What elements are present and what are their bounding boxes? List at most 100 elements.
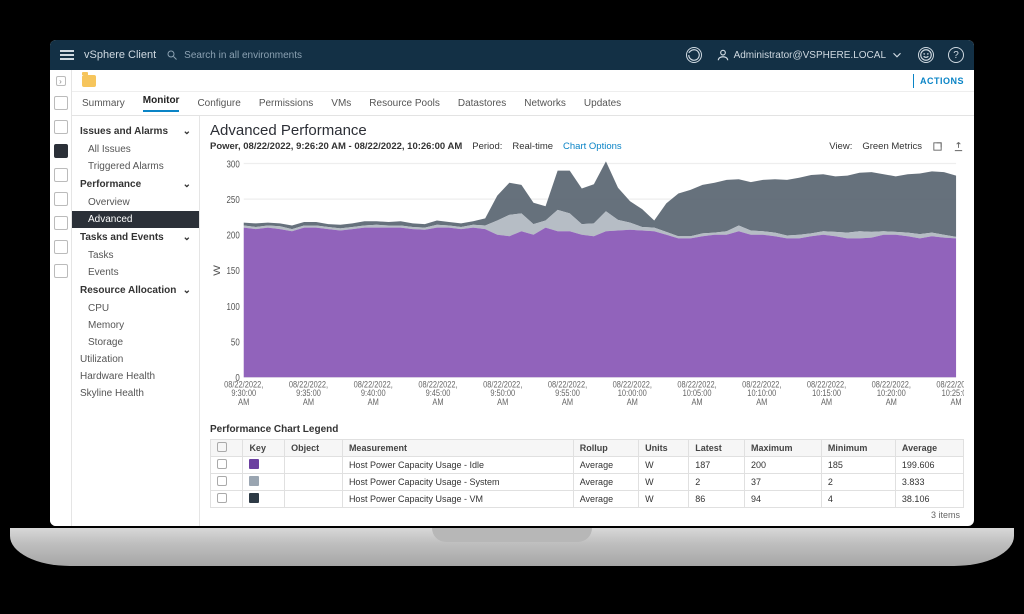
legend-row[interactable]: Host Power Capacity Usage - VMAverageW86… [211,491,964,508]
export-icon[interactable] [953,141,964,152]
legend-col: Measurement [342,440,573,457]
legend-col: Average [895,440,963,457]
tab-updates[interactable]: Updates [584,98,621,109]
context-action-bar: ACTIONS [72,70,974,92]
sidebar-group-resource-allocation[interactable]: Resource Allocation⌄ [72,281,199,300]
period-value[interactable]: Real-time [512,141,553,152]
sidebar-group-issues-and-alarms[interactable]: Issues and Alarms⌄ [72,122,199,141]
expand-rail-icon[interactable]: › [56,76,66,86]
checkbox[interactable] [217,476,227,486]
svg-text:AM: AM [303,396,314,407]
sidebar-item-advanced[interactable]: Advanced [72,211,199,228]
sidebar-item-skyline-health[interactable]: Skyline Health [72,385,199,402]
page-title: Advanced Performance [210,122,964,139]
tab-datastores[interactable]: Datastores [458,98,506,109]
rail-item[interactable] [54,144,68,158]
legend-footer: 3 items [210,508,964,522]
svg-text:W: W [213,265,223,276]
tab-resource-pools[interactable]: Resource Pools [369,98,440,109]
chart-controls: Power, 08/22/2022, 9:26:20 AM - 08/22/20… [210,141,964,152]
performance-chart[interactable]: 050100150200250300W08/22/2022,9:30:00AM0… [210,156,964,420]
monitor-sidebar: Issues and Alarms⌄All IssuesTriggered Al… [72,116,200,526]
chart-options-link[interactable]: Chart Options [563,141,622,152]
sidebar-item-all-issues[interactable]: All Issues [72,141,199,158]
popout-icon[interactable] [932,141,943,152]
legend-table: KeyObjectMeasurementRollupUnitsLatestMax… [210,439,964,508]
legend-row[interactable]: Host Power Capacity Usage - IdleAverageW… [211,457,964,474]
checkbox[interactable] [217,493,227,503]
rail-item[interactable] [54,96,68,110]
period-label: Period: [472,141,502,152]
series-idle [244,228,956,378]
actions-menu[interactable]: ACTIONS [920,76,964,86]
search-icon [166,49,178,61]
laptop-base [10,528,1014,566]
tab-vms[interactable]: VMs [331,98,351,109]
tab-networks[interactable]: Networks [524,98,566,109]
svg-text:150: 150 [227,265,240,276]
sidebar-item-events[interactable]: Events [72,264,199,281]
chevron-down-icon: ⌄ [183,179,191,190]
svg-text:250: 250 [227,194,240,205]
rail-item[interactable] [54,120,68,134]
checkbox[interactable] [217,459,227,469]
tab-monitor[interactable]: Monitor [143,95,180,112]
time-range: Power, 08/22/2022, 9:26:20 AM - 08/22/20… [210,141,462,152]
svg-text:100: 100 [227,301,240,312]
smile-icon[interactable] [918,47,934,63]
object-tabs: Summary Monitor Configure Permissions VMs Res… [72,92,974,116]
svg-text:50: 50 [231,337,240,348]
svg-text:300: 300 [227,158,240,169]
sidebar-item-triggered-alarms[interactable]: Triggered Alarms [72,158,199,175]
sidebar-item-overview[interactable]: Overview [72,194,199,211]
color-swatch [249,476,259,486]
tab-summary[interactable]: Summary [82,98,125,109]
svg-text:AM: AM [756,396,767,407]
rail-item[interactable] [54,168,68,182]
svg-text:AM: AM [691,396,702,407]
header-actions: Administrator@VSPHERE.LOCAL ? [686,47,964,63]
legend-col [211,440,243,457]
color-swatch [249,493,259,503]
help-icon[interactable]: ? [948,47,964,63]
svg-text:AM: AM [497,396,508,407]
sidebar-item-hardware-health[interactable]: Hardware Health [72,368,199,385]
user-label: Administrator@VSPHERE.LOCAL [734,50,886,61]
sidebar-item-cpu[interactable]: CPU [72,300,199,317]
sidebar-item-utilization[interactable]: Utilization [72,351,199,368]
sidebar-item-storage[interactable]: Storage [72,334,199,351]
checkbox[interactable] [217,442,227,452]
view-label: View: [829,141,852,152]
user-menu[interactable]: Administrator@VSPHERE.LOCAL [716,48,904,62]
svg-text:AM: AM [821,396,832,407]
legend-col: Key [243,440,285,457]
sidebar-group-tasks-and-events[interactable]: Tasks and Events⌄ [72,228,199,247]
sidebar-item-tasks[interactable]: Tasks [72,247,199,264]
top-header: vSphere Client Administrator@VSPHERE.LOC… [50,40,974,70]
app-window: vSphere Client Administrator@VSPHERE.LOC… [50,40,974,526]
legend-row[interactable]: Host Power Capacity Usage - SystemAverag… [211,474,964,491]
refresh-icon[interactable] [686,47,702,63]
tab-permissions[interactable]: Permissions [259,98,313,109]
rail-item[interactable] [54,240,68,254]
global-search[interactable] [166,49,675,61]
menu-icon[interactable] [60,50,74,60]
rail-item[interactable] [54,192,68,206]
legend-col: Maximum [744,440,821,457]
chevron-down-icon: ⌄ [183,126,191,137]
rail-item[interactable] [54,216,68,230]
legend-title: Performance Chart Legend [210,424,964,435]
view-value[interactable]: Green Metrics [862,141,922,152]
left-icon-rail: › [50,70,72,526]
svg-text:AM: AM [950,396,961,407]
legend-col: Latest [689,440,745,457]
legend-col: Minimum [821,440,895,457]
sidebar-group-performance[interactable]: Performance⌄ [72,175,199,194]
svg-text:AM: AM [368,396,379,407]
sidebar-item-memory[interactable]: Memory [72,317,199,334]
folder-icon[interactable] [82,75,96,87]
rail-item[interactable] [54,264,68,278]
tab-configure[interactable]: Configure [197,98,240,109]
search-input[interactable] [184,50,384,61]
chevron-down-icon [890,48,904,62]
